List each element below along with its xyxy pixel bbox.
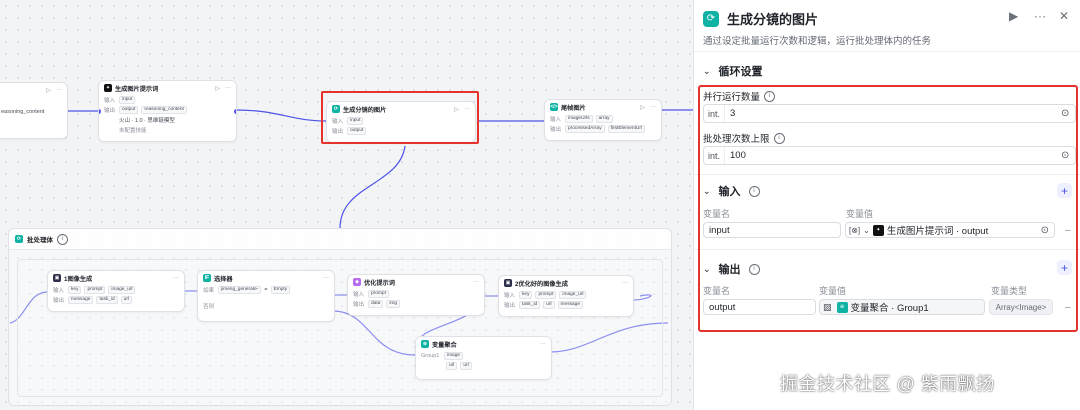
var-chip: task_id [519, 301, 541, 309]
info-icon[interactable]: i [57, 233, 68, 245]
var-chip: url [120, 296, 133, 304]
var-chip: data [368, 300, 384, 308]
var-chip: url [460, 362, 472, 370]
row-label: 输入 [104, 98, 116, 104]
prompt-icon: ◆ [353, 278, 361, 286]
var-chip: firstElementUrl [607, 125, 646, 133]
panel-description: 通过设定批量运行次数和逻辑，运行批处理体内的任务 [703, 36, 932, 47]
row-label: 输入 [53, 288, 65, 294]
var-chip: image [444, 352, 464, 360]
code-icon: </> [550, 103, 558, 111]
row-label: 输出 [550, 127, 562, 133]
var-chip: output [119, 106, 139, 114]
loop-section-header[interactable]: ⌄ 循环设置 [703, 63, 763, 79]
run-icon[interactable]: ▷ [215, 85, 220, 92]
cond-op: = [264, 287, 268, 293]
section-title: 循环设置 [718, 66, 763, 78]
var-chip: message [557, 301, 584, 309]
more-icon[interactable]: ··· [56, 87, 62, 93]
workflow-node-img2[interactable]: ▣ 2优化好的图像生成 ··· 输入 key prompt image_url 输出 tas… [498, 275, 634, 317]
node-title: 优化提示词 [364, 279, 395, 287]
var-chip: img [386, 300, 401, 308]
cond-left: jimeng_generate- [218, 286, 262, 294]
batch-icon: ⟳ [15, 235, 23, 243]
node-title: 变量聚合 [432, 341, 457, 349]
node-value: easoning_content [1, 109, 45, 115]
node-title: 2优化好的图像生成 [515, 280, 568, 288]
more-icon[interactable]: ··· [173, 275, 179, 281]
panel-highlight-box [698, 85, 1078, 332]
row-label: 输入 [550, 117, 562, 123]
batch-container[interactable]: ⟳ 批处理体 i [8, 228, 672, 406]
row-label: 输出 [504, 303, 516, 309]
var-chip: message [68, 296, 94, 304]
workflow-node-partial[interactable]: ▷ ··· easoning_content [0, 82, 68, 139]
var-chip: prompt [535, 291, 557, 299]
more-icon[interactable]: ··· [650, 104, 656, 110]
more-icon[interactable]: ··· [225, 85, 231, 91]
divider [694, 51, 1080, 52]
var-chip: processedArray [565, 125, 605, 133]
image-gen-icon: ▣ [53, 274, 61, 282]
row-label: 输出 [53, 298, 65, 304]
workflow-node-prompt[interactable]: ✦ 生成图片提示词 ▷ ··· 输入 input 输出 output reasoning_c… [98, 80, 237, 142]
batch-icon: ⟳ [703, 10, 719, 27]
run-icon[interactable]: ▶ [1009, 9, 1018, 23]
more-icon[interactable]: ··· [323, 275, 329, 281]
var-chip: url [446, 362, 458, 370]
node-title: 生成图片提示词 [115, 85, 159, 93]
merge-icon: ⊕ [421, 340, 429, 348]
node-title: 选择器 [214, 275, 233, 283]
if-label: 如果 [203, 288, 215, 294]
more-icon[interactable]: ··· [622, 280, 628, 286]
node-title: 1图像生成 [64, 275, 93, 283]
var-chip: input [119, 96, 136, 104]
run-icon[interactable]: ▷ [46, 87, 51, 94]
watermark-text: 掘金技术社区 @ 紫雨飘扬 [780, 374, 995, 394]
selected-node-highlight [321, 91, 479, 144]
var-chip: key [519, 291, 533, 299]
branch-icon: IF [203, 274, 211, 282]
var-chip: imageUrls [565, 115, 593, 123]
row-label: 输出 [353, 302, 365, 308]
chevron-down-icon[interactable]: ⌄ [703, 66, 711, 77]
var-chip: prompt [368, 290, 389, 298]
workflow-canvas[interactable]: ▷ ··· easoning_content ✦ 生成图片提示词 ▷ ··· 输入 inp… [0, 0, 693, 410]
workflow-node-optimize[interactable]: ◆ 优化提示词 ··· 输入 prompt 输出 data img [347, 274, 485, 316]
var-chip: reasoning_content [141, 106, 187, 114]
batch-title: 批处理体 [27, 237, 53, 244]
var-chip: image_url [108, 286, 136, 294]
output-handle[interactable] [234, 109, 236, 114]
run-icon[interactable]: ▷ [640, 104, 645, 111]
row-label: 输入 [353, 292, 365, 298]
var-chip: prompt [84, 286, 106, 294]
more-icon[interactable]: ··· [1034, 9, 1046, 23]
panel-title: 生成分镜的图片 [727, 12, 819, 27]
llm-icon: ✦ [104, 84, 112, 92]
var-chip: key [68, 286, 82, 294]
workflow-node-selector[interactable]: IF 选择器 ··· 如果 jimeng_generate- = Empty 否则 [197, 270, 335, 322]
model-text: 火山 · 1.0 · 思维链模型 [119, 118, 175, 124]
close-icon[interactable]: ✕ [1059, 9, 1069, 23]
var-chip: image_url [559, 291, 587, 299]
skill-text: 未配置技能 [119, 128, 147, 134]
workflow-node-tail[interactable]: </> 尾帧图片 ▷ ··· 输入 imageUrls array 输出 processed… [544, 99, 662, 141]
var-chip: array [595, 115, 613, 123]
image-gen-icon: ▣ [504, 279, 512, 287]
cond-right: Empty [270, 286, 291, 294]
else-label: 否则 [203, 304, 215, 310]
var-chip: task_id [96, 296, 118, 304]
var-chip: url [543, 301, 555, 309]
more-icon[interactable]: ··· [540, 341, 546, 347]
workflow-node-img1[interactable]: ▣ 1图像生成 ··· 输入 key prompt image_url 输出 message… [47, 270, 185, 312]
node-title: 尾帧图片 [561, 104, 586, 112]
more-icon[interactable]: ··· [473, 279, 479, 285]
workflow-node-merge[interactable]: ⊕ 变量聚合 ··· Group1 image url url [415, 336, 552, 380]
row-label: 输出 [104, 108, 116, 114]
group-label: Group1 [421, 353, 440, 359]
row-label: 输入 [504, 293, 516, 299]
